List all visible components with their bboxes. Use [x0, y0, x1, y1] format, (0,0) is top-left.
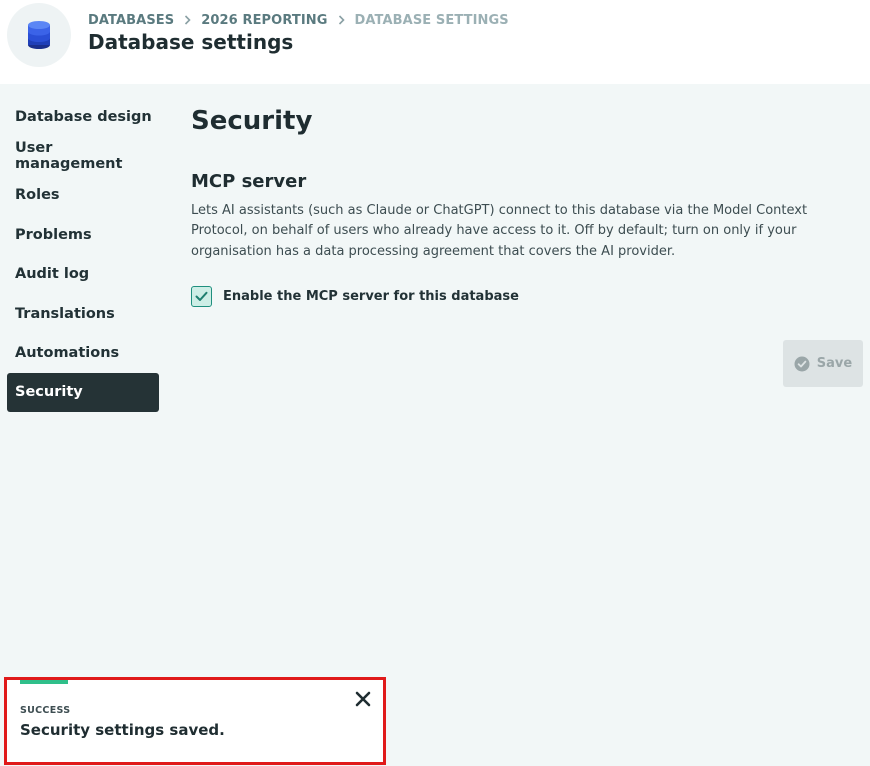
page-header: DATABASES 2026 REPORTING DATABASE SETTIN… [0, 0, 870, 84]
close-icon[interactable] [352, 688, 374, 710]
toast-kind: SUCCESS [20, 705, 71, 716]
breadcrumb-2026-reporting[interactable]: 2026 REPORTING [201, 13, 327, 28]
mcp-enable-checkbox[interactable] [191, 286, 212, 307]
mcp-server-heading: MCP server [191, 171, 307, 192]
sidebar-item-translations[interactable]: Translations [7, 294, 159, 333]
success-toast: SUCCESS Security settings saved. [4, 677, 386, 765]
chevron-right-icon [338, 15, 345, 25]
sidebar-item-database-design[interactable]: Database design [7, 97, 159, 136]
breadcrumb-database-settings: DATABASE SETTINGS [354, 12, 509, 28]
database-icon [7, 3, 71, 67]
breadcrumb: DATABASES 2026 REPORTING DATABASE SETTIN… [88, 11, 509, 29]
mcp-server-description: Lets AI assistants (such as Claude or Ch… [191, 203, 808, 259]
sidebar-item-security[interactable]: Security [7, 372, 159, 413]
save-button-label: Save [816, 356, 853, 371]
chevron-right-icon [184, 15, 191, 25]
sidebar-item-audit-log[interactable]: Audit log [7, 255, 159, 294]
sidebar-item-automations[interactable]: Automations [7, 333, 159, 372]
checkmark-icon [195, 291, 208, 301]
mcp-enable-checkbox-row[interactable]: Enable the MCP server for this database [191, 286, 519, 307]
check-circle-icon [794, 356, 810, 371]
breadcrumb-databases[interactable]: DATABASES [88, 13, 174, 28]
settings-sidebar: Database design User management Roles Pr… [7, 97, 159, 413]
toast-message: Security settings saved. [20, 721, 225, 739]
mcp-enable-label: Enable the MCP server for this database [223, 289, 519, 304]
section-title: Security [191, 106, 313, 136]
save-button[interactable]: Save [783, 340, 863, 387]
sidebar-item-problems[interactable]: Problems [7, 215, 159, 254]
sidebar-item-roles[interactable]: Roles [7, 176, 159, 215]
sidebar-item-user-management[interactable]: User management [7, 136, 159, 175]
toast-accent-bar [20, 680, 68, 684]
page-title: Database settings [88, 30, 294, 54]
